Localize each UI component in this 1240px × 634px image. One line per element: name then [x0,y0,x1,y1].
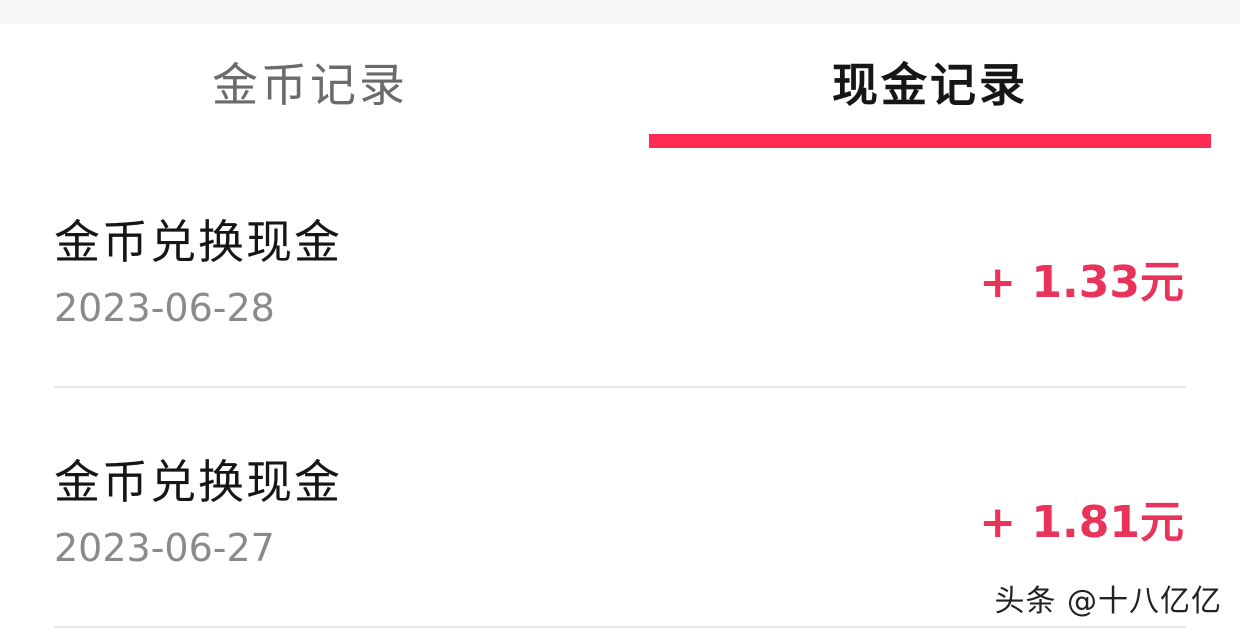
cash-records-page: 金币记录 现金记录 金币兑换现金 2023-06-28 + 1.33元 金币兑换… [0,0,1240,634]
record-amount: + 1.81元 [979,497,1184,548]
cash-record-list: 金币兑换现金 2023-06-28 + 1.33元 金币兑换现金 2023-06… [0,150,1240,630]
tab-cash-records-label: 现金记录 [832,58,1028,112]
tab-coin-records[interactable]: 金币记录 [0,24,620,150]
list-item[interactable]: 金币兑换现金 2023-06-28 + 1.33元 [0,150,1240,390]
record-amount: + 1.33元 [979,257,1184,308]
active-tab-indicator [649,134,1211,148]
record-tabs: 金币记录 现金记录 [0,24,1240,150]
record-date: 2023-06-28 [54,286,275,330]
row-divider [54,386,1186,388]
record-title: 金币兑换现金 [54,455,342,509]
tab-coin-records-label: 金币记录 [212,58,408,112]
row-divider [54,626,1186,628]
watermark-text: 头条 @十八亿亿 [994,584,1222,619]
top-strip [0,0,1240,24]
tab-cash-records[interactable]: 现金记录 [620,24,1240,150]
record-title: 金币兑换现金 [54,215,342,269]
record-date: 2023-06-27 [54,526,275,570]
